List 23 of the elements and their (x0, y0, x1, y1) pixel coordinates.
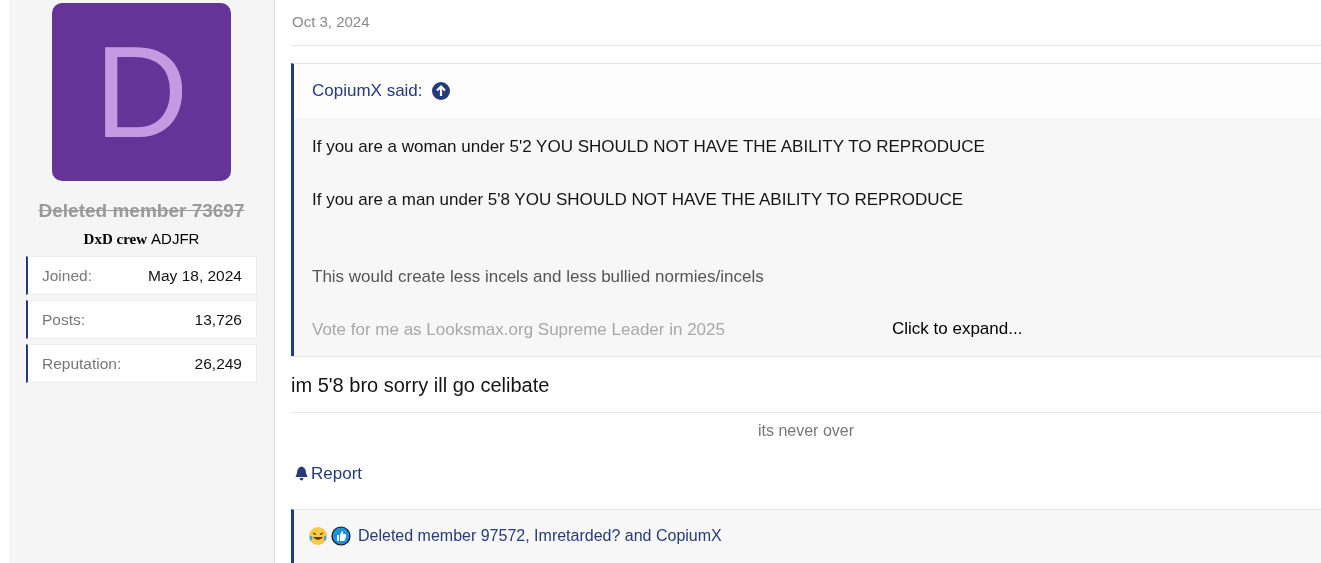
user-title: ADJFR (151, 228, 200, 249)
laughing-face-icon (308, 526, 328, 547)
thumbs-up-icon (331, 526, 351, 547)
quote-line: If you are a woman under 5'2 YOU SHOULD NOT HAVE THE ABILITY TO REPRODUCE (312, 136, 985, 158)
quote-line: Vote for me as Looksmax.org Supreme Leader in 2025 (312, 318, 725, 341)
report-link[interactable]: Report (291, 461, 363, 487)
post-message: im 5'8 bro sorry ill go celibate (291, 372, 550, 398)
quote-line: This would create less incels and less bullied normies/incels (312, 266, 764, 288)
reaction-users[interactable]: Deleted member 97572, Imretarded? and CopiumX (358, 524, 722, 549)
stat-label: Posts: (42, 309, 86, 330)
bell-icon (295, 466, 308, 482)
banner-label: DxD crew (83, 229, 148, 249)
stat-value: 13,726 (194, 309, 242, 330)
stat-label: Reputation: (42, 353, 122, 374)
avatar[interactable]: D (52, 3, 231, 181)
quote-line: If you are a man under 5'8 YOU SHOULD NOT HAVE THE ABILITY TO REPRODUCE (312, 188, 964, 211)
stat-label: Joined: (42, 265, 92, 286)
stat-value: May 18, 2024 (148, 265, 242, 286)
quote-author[interactable]: CopiumX said: (312, 78, 423, 104)
expand-link[interactable]: Click to expand... (892, 316, 1023, 342)
post-date[interactable]: Oct 3, 2024 (292, 11, 370, 34)
signature: its never over (757, 421, 854, 441)
stat-value: 26,249 (194, 353, 242, 374)
